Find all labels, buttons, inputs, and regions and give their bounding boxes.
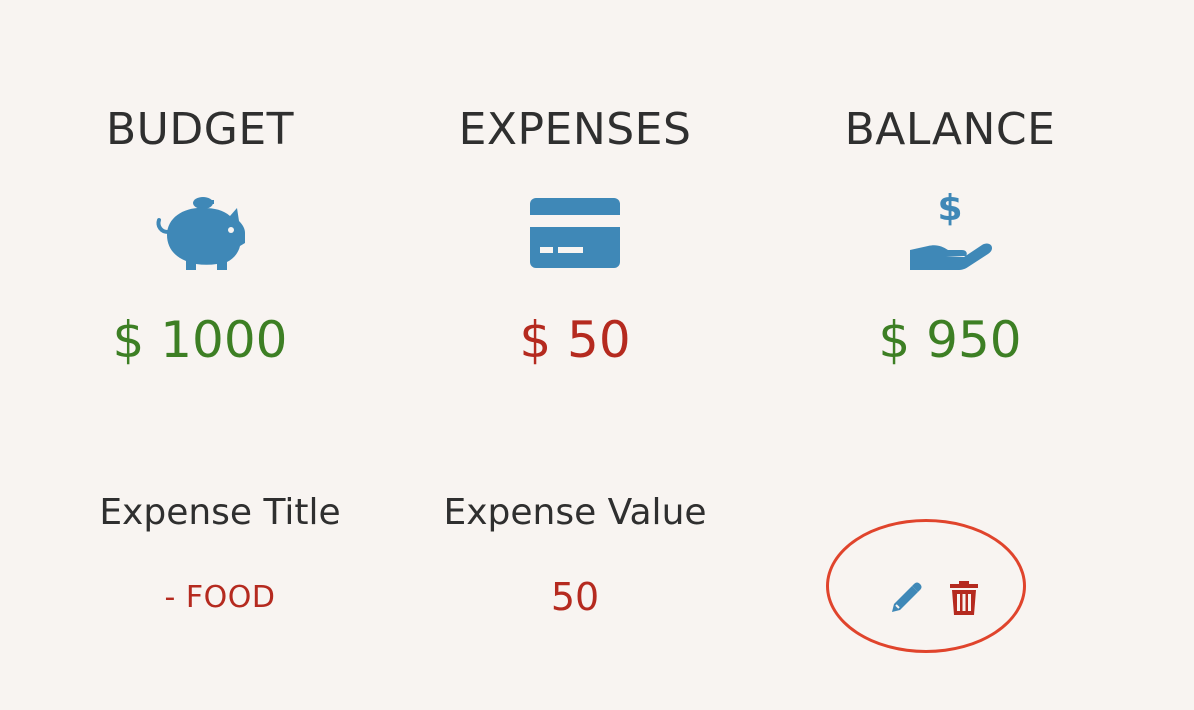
trash-icon[interactable] — [949, 580, 979, 620]
expense-value: 50 — [550, 575, 600, 619]
hand-holding-dollar-icon: $ — [790, 190, 1110, 275]
expense-list-header: Expense Title Expense Value — [0, 490, 1194, 535]
expense-title: - FOOD — [164, 580, 276, 615]
balance-title: BALANCE — [844, 104, 1056, 155]
edit-button[interactable] — [886, 580, 926, 620]
expense-tracker-page: BUDGET $ 1000 EXPENSES $ 50 BALANCE $ $ … — [0, 0, 1194, 710]
expenses-summary: EXPENSES $ 50 — [415, 100, 735, 370]
pencil-icon[interactable] — [888, 580, 924, 620]
delete-button[interactable] — [944, 580, 984, 620]
budget-amount: $ 1000 — [112, 311, 288, 369]
expense-actions — [886, 575, 996, 625]
piggy-bank-icon — [40, 190, 360, 275]
balance-summary: BALANCE $ $ 950 — [790, 100, 1110, 370]
svg-text:$: $ — [937, 190, 962, 229]
expenses-title: EXPENSES — [458, 104, 692, 155]
expenses-amount: $ 50 — [519, 311, 631, 369]
credit-card-icon — [415, 190, 735, 275]
balance-amount: $ 950 — [878, 311, 1022, 369]
expense-title-header: Expense Title — [99, 492, 341, 533]
expense-value-header: Expense Value — [443, 492, 707, 533]
budget-title: BUDGET — [105, 104, 295, 155]
budget-summary: BUDGET $ 1000 — [40, 100, 360, 370]
expense-row: - FOOD 50 — [0, 570, 1194, 625]
